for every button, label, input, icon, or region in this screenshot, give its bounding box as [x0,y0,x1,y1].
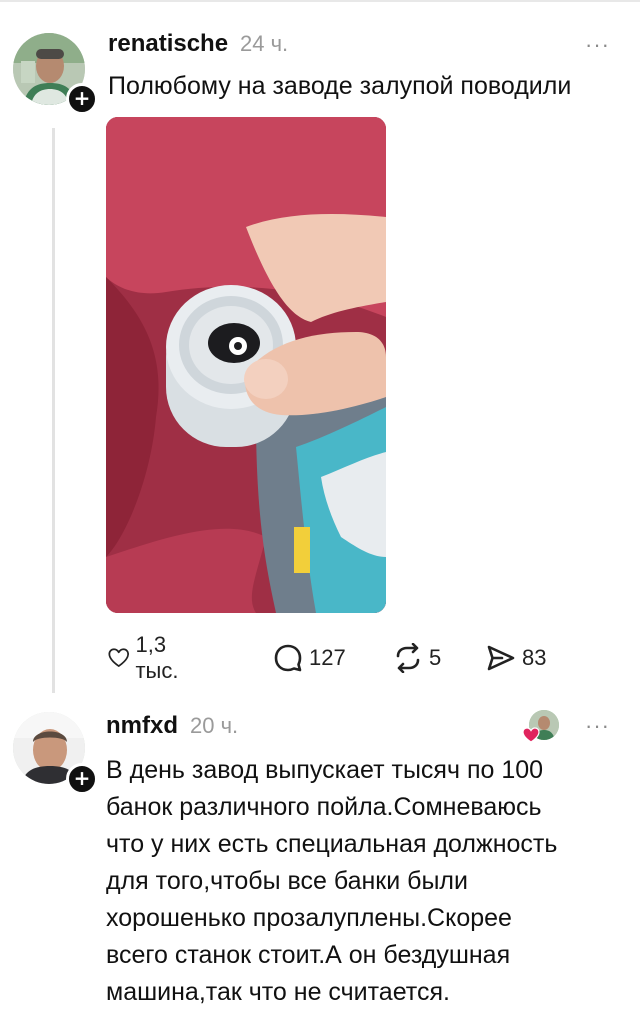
post-more-options-icon[interactable]: ··· [585,32,610,58]
reply-text-line: хорошенько прозалуплены.Скорее [106,904,512,932]
reply-text: В день завод выпускает тысяч по 100 бано… [106,752,616,1011]
reply-text-line: В день завод выпускает тысяч по 100 [106,756,544,784]
reply-follow-plus-icon[interactable]: + [66,763,98,795]
heart-icon [108,648,130,667]
comment-button[interactable]: 127 [273,640,346,676]
thread-line [52,128,55,693]
share-button[interactable]: 83 [486,640,546,676]
comment-count: 127 [309,645,346,670]
reply-text-line: для того,чтобы все банки были [106,867,468,895]
reply-time: 20 ч. [190,713,239,738]
repost-button[interactable]: 5 [393,640,441,676]
post-text: Полюбому на заводе залупой поводили [108,72,572,100]
repost-arrows-icon [396,643,420,673]
reply-text-line: машина,так что не считается. [106,978,450,1006]
share-count: 83 [522,645,547,670]
post-username[interactable]: renatische [108,30,228,58]
like-button[interactable]: 1,3 тыс. [108,632,189,683]
red-heart-icon [522,727,540,743]
reply-username[interactable]: nmfxd [106,712,178,740]
top-divider [0,0,640,2]
send-arrow-icon [487,645,515,671]
reply-more-options-icon[interactable]: ··· [585,713,610,739]
reply-text-line: всего станок стоит.А он бездушная [106,941,511,969]
post-photo[interactable] [106,117,386,613]
post-time: 24 ч. [240,31,289,56]
follow-plus-icon[interactable]: + [66,83,98,115]
like-count: 1,3 тыс. [135,632,179,683]
comment-bubble-icon [274,644,302,672]
reply-text-line: банок различного пойла.Сомневаюсь [106,793,542,821]
repost-count: 5 [429,645,442,670]
reply-text-line: что у них есть специальная должность [106,830,558,858]
